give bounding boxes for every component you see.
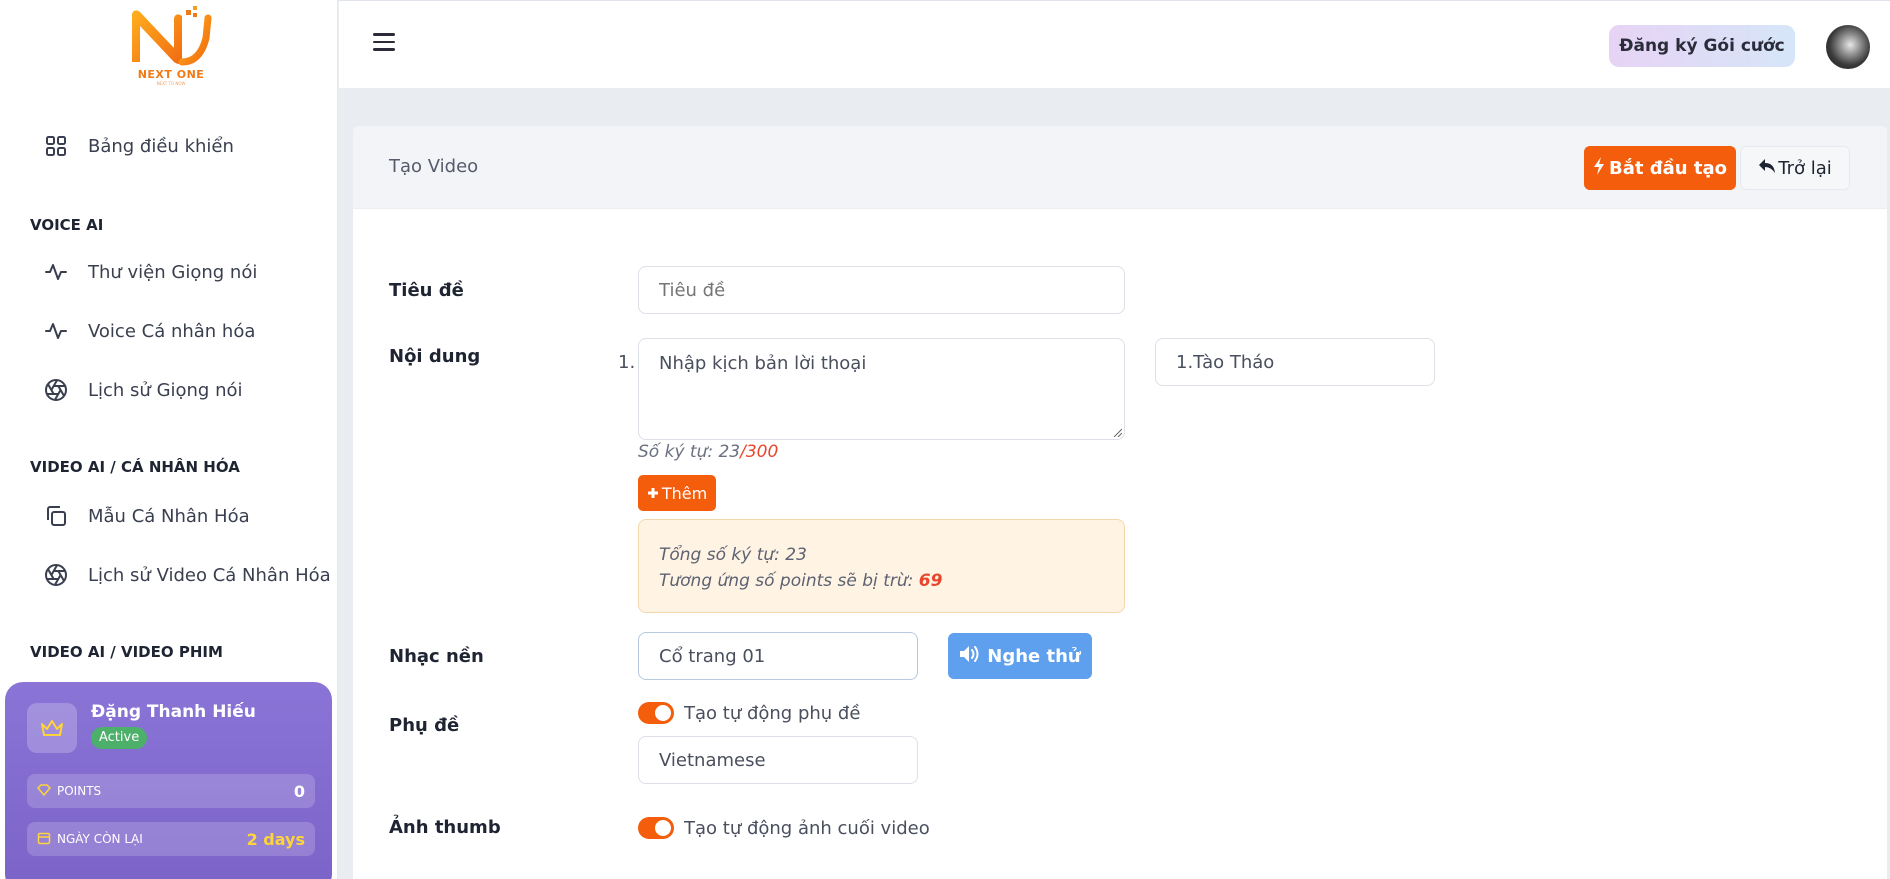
thumb-toggle[interactable] — [638, 817, 674, 839]
aperture-icon — [44, 563, 68, 587]
subtitle-label: Phụ đề — [389, 715, 460, 736]
logo-text: NEXT ONE — [137, 68, 205, 81]
bolt-icon — [1593, 156, 1605, 180]
subtitle-language-value: Vietnamese — [659, 749, 766, 771]
sidebar-item-voice-library[interactable]: Thư viện Giọng nói — [44, 257, 257, 287]
menu-icon[interactable] — [373, 33, 395, 51]
activity-icon — [44, 319, 68, 343]
summary-points-label: Tương ứng số points sẽ bị trừ: — [659, 571, 914, 591]
activity-icon — [44, 260, 68, 284]
title-input[interactable] — [638, 266, 1125, 314]
content-label: Nội dung — [389, 346, 481, 367]
sidebar-item-label: Mẫu Cá Nhân Hóa — [88, 505, 250, 527]
diamond-icon — [37, 783, 51, 799]
sidebar-item-personal-templates[interactable]: Mẫu Cá Nhân Hóa — [44, 501, 250, 531]
char-count-value: Số ký tự: 23 — [638, 442, 741, 462]
sidebar-item-label: Thư viện Giọng nói — [88, 261, 258, 283]
copy-icon — [44, 504, 68, 528]
back-label: Trở lại — [1778, 157, 1832, 179]
user-name: Đặng Thanh Hiếu — [91, 702, 256, 722]
logo-tagline: NEXT TO NOW — [156, 81, 186, 86]
char-count-max: /300 — [740, 442, 779, 462]
content-textarea[interactable]: Nhập kịch bản lời thoại — [638, 338, 1125, 440]
speaker-select[interactable]: 1.Tào Tháo — [1155, 338, 1435, 386]
subtitle-language-select[interactable]: Vietnamese — [638, 736, 918, 784]
start-create-button[interactable]: Bắt đầu tạo — [1584, 146, 1736, 190]
subtitle-toggle-label: Tạo tự động phụ đề — [684, 702, 861, 724]
calendar-icon — [37, 831, 51, 848]
points-row: POINTS 0 — [27, 774, 315, 808]
add-line-button[interactable]: Thêm — [638, 475, 716, 511]
summary-points-value: 69 — [918, 571, 943, 591]
section-title-video-personal: VIDEO AI / CÁ NHÂN HÓA — [30, 458, 240, 476]
card-header: Tạo Video Bắt đầu tạo Trở lại — [353, 126, 1887, 209]
logo[interactable]: NEXT ONE NEXT TO NOW — [122, 4, 220, 86]
char-count: Số ký tự: 23/300 — [638, 442, 778, 462]
points-summary: Tổng số ký tự: 23 Tương ứng số points sẽ… — [638, 519, 1125, 613]
subtitle-toggle[interactable] — [638, 702, 674, 724]
summary-total: Tổng số ký tự: 23 — [659, 545, 807, 565]
days-value: 2 days — [246, 829, 305, 849]
listen-label: Nghe thử — [987, 645, 1081, 667]
listen-button[interactable]: Nghe thử — [948, 633, 1092, 679]
section-title-voice-ai: VOICE AI — [30, 216, 104, 234]
sidebar-item-video-history[interactable]: Lịch sử Video Cá Nhân Hóa — [44, 560, 331, 590]
days-label: NGÀY CÒN LẠI — [57, 832, 143, 846]
reply-icon — [1758, 158, 1776, 179]
add-line-label: Thêm — [661, 483, 708, 503]
back-button[interactable]: Trở lại — [1740, 146, 1850, 190]
sidebar-item-label: Lịch sử Video Cá Nhân Hóa — [88, 564, 331, 586]
plus-icon — [647, 484, 659, 503]
title-label: Tiêu đề — [389, 280, 464, 301]
sidebar: NEXT ONE NEXT TO NOW Bảng điều khiển VOI… — [0, 0, 338, 879]
crown-icon — [27, 703, 77, 753]
sidebar-item-label: Bảng điều khiển — [88, 135, 234, 157]
sidebar-item-personal-voice[interactable]: Voice Cá nhân hóa — [44, 316, 255, 346]
section-title-video-movie: VIDEO AI / VIDEO PHIM — [30, 643, 223, 661]
user-card: Đặng Thanh Hiếu Active POINTS 0 NGÀY CÒN… — [5, 682, 332, 879]
subtitle-toggle-row: Tạo tự động phụ đề — [638, 702, 860, 724]
status-badge: Active — [91, 727, 148, 749]
topbar: Đăng ký Gói cước — [339, 0, 1890, 88]
register-plan-button[interactable]: Đăng ký Gói cước — [1609, 25, 1795, 67]
music-select[interactable]: Cổ trang 01 — [638, 632, 918, 680]
page-title: Tạo Video — [389, 156, 479, 177]
speaker-value: 1.Tào Tháo — [1176, 351, 1275, 373]
sidebar-item-voice-history[interactable]: Lịch sử Giọng nói — [44, 375, 243, 405]
line-number: 1. — [618, 352, 636, 373]
grid-icon — [44, 134, 68, 158]
points-value: 0 — [293, 781, 305, 801]
music-label: Nhạc nền — [389, 646, 484, 667]
content-placeholder: Nhập kịch bản lời thoại — [659, 353, 867, 374]
thumb-toggle-row: Tạo tự động ảnh cuối video — [638, 817, 930, 839]
sidebar-item-dashboard[interactable]: Bảng điều khiển — [44, 131, 234, 161]
points-label: POINTS — [57, 784, 102, 798]
thumb-toggle-label: Tạo tự động ảnh cuối video — [684, 817, 930, 839]
music-value: Cổ trang 01 — [659, 645, 766, 667]
avatar[interactable] — [1826, 25, 1870, 69]
sidebar-item-label: Lịch sử Giọng nói — [88, 379, 243, 401]
aperture-icon — [44, 378, 68, 402]
days-row: NGÀY CÒN LẠI 2 days — [27, 822, 315, 856]
thumb-label: Ảnh thumb — [389, 817, 501, 838]
resize-handle-icon[interactable] — [1112, 427, 1122, 437]
volume-icon — [959, 645, 981, 668]
sidebar-item-label: Voice Cá nhân hóa — [88, 320, 256, 342]
start-create-label: Bắt đầu tạo — [1609, 157, 1727, 179]
next-one-logo-icon — [132, 6, 212, 66]
create-video-card: Tạo Video Bắt đầu tạo Trở lại Tiêu đề Nộ… — [353, 126, 1887, 879]
